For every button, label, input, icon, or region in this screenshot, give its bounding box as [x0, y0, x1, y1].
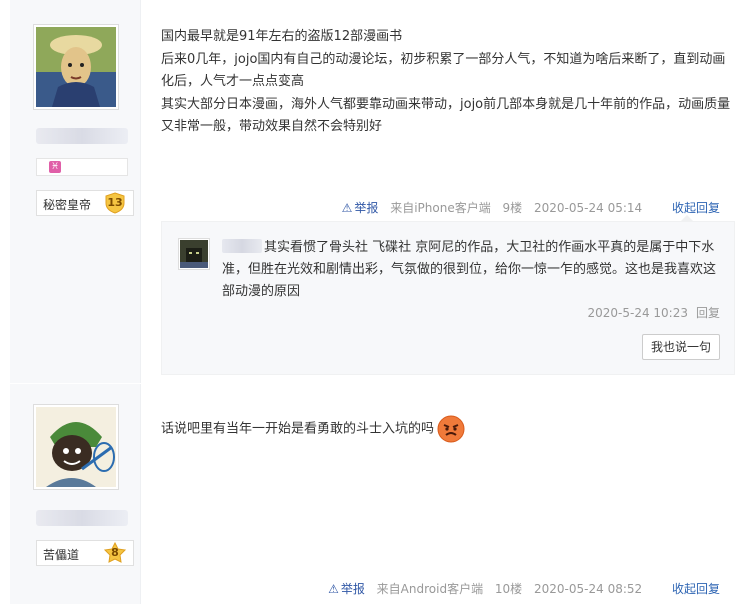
reply-time: 2020-5-24 10:23 [587, 306, 688, 320]
reply-content: 其实看惯了骨头社 飞碟社 京阿尼的作品，大卫社的作画水平真的是属于中下水准，但胜… [222, 237, 727, 303]
content-line: 话说吧里有当年一开始是看勇敢的斗士入坑的吗 [161, 414, 736, 444]
reply-text: 其实看惯了骨头社 飞碟社 京阿尼的作品，大卫社的作画水平真的是属于中下水准，但胜… [222, 240, 717, 299]
post-time: 2020-05-24 08:52 [534, 582, 643, 596]
angry-face-emoji-icon [436, 414, 466, 444]
post-floor-10: 苦儡道 8 话说吧里有当年一开始是看勇敢的斗士入坑的吗 ⚠ 举报 来自Androi… [0, 384, 748, 604]
post-tail: ⚠ 举报 来自iPhone客户端 9楼 2020-05-24 05:14 收起回复 [326, 199, 720, 217]
content-line: 其实大部分日本漫画，海外人气都要靠动画来带动，jojo前几部本身就是几十年前的作… [161, 96, 731, 135]
post-time: 2020-05-24 05:14 [534, 201, 643, 215]
user-info-column: ♓ 秘密皇帝 13 [10, 0, 141, 383]
report-button[interactable]: ⚠ 举报 [334, 201, 379, 215]
user-badge[interactable]: 苦儡道 8 [36, 540, 134, 566]
post-content: 国内最早就是91年左右的盗版12部漫画书 后来0几年，jojo国内有自己的动漫论… [161, 26, 736, 139]
client-source: 来自Android客户端 [376, 582, 484, 596]
content-line: 后来0几年，jojo国内有自己的动漫论坛，初步积累了一部分人气，不知道为啥后来断… [161, 51, 726, 90]
level-badge: 13 [104, 192, 126, 214]
floor-number: 9楼 [502, 201, 523, 215]
reply-avatar[interactable] [178, 238, 210, 270]
zodiac-tag: ♓ [36, 158, 128, 176]
post-floor-9: ♓ 秘密皇帝 13 国内最早就是91年左右的盗版12部漫画书 后来0几年，joj… [0, 0, 748, 383]
post-content: 话说吧里有当年一开始是看勇敢的斗士入坑的吗 [161, 414, 736, 444]
user-info-column: 苦儡道 8 [10, 384, 141, 604]
collapse-replies-button[interactable]: 收起回复 [672, 582, 720, 596]
report-button[interactable]: ⚠ 举报 [320, 582, 365, 596]
level-badge: 8 [104, 542, 126, 564]
reply-avatar-image-icon [180, 240, 208, 268]
reply-username-blurred[interactable] [222, 239, 262, 253]
avatar[interactable] [33, 24, 119, 110]
badge-name: 苦儡道 [43, 548, 80, 562]
avatar-image-icon [36, 27, 116, 107]
warning-icon: ⚠ [341, 201, 353, 215]
pisces-icon: ♓ [49, 161, 61, 173]
badge-level: 13 [107, 196, 123, 209]
username-blurred[interactable] [36, 128, 128, 144]
reply-box: 其实看惯了骨头社 飞碟社 京阿尼的作品，大卫社的作画水平真的是属于中下水准，但胜… [161, 215, 735, 375]
client-source: 来自iPhone客户端 [390, 201, 491, 215]
avatar[interactable] [33, 404, 119, 490]
reply-button[interactable]: 回复 [696, 306, 720, 320]
warning-icon: ⚠ [328, 582, 339, 596]
badge-level: 8 [111, 546, 119, 559]
user-badge[interactable]: 秘密皇帝 13 [36, 190, 134, 216]
badge-name: 秘密皇帝 [43, 198, 92, 212]
post-tail: ⚠ 举报 来自Android客户端 10楼 2020-05-24 08:52 收起… [312, 580, 720, 598]
username-blurred[interactable] [36, 510, 128, 526]
collapse-replies-button[interactable]: 收起回复 [672, 201, 720, 215]
content-line: 国内最早就是91年左右的盗版12部漫画书 [161, 29, 403, 44]
floor-number: 10楼 [494, 582, 523, 596]
say-something-button[interactable]: 我也说一句 [642, 334, 720, 360]
reply-meta: 2020-5-24 10:23 回复 [587, 304, 720, 322]
avatar-image-icon [36, 407, 116, 487]
